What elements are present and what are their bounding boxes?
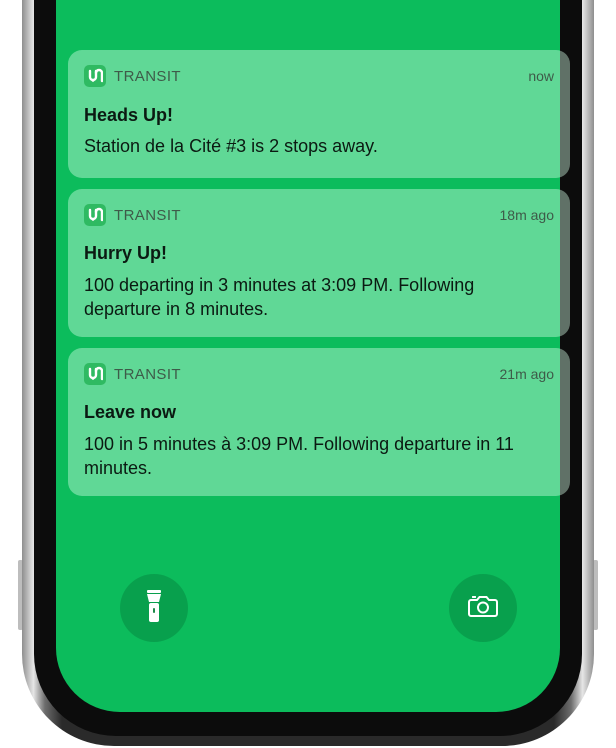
notification-time: 18m ago — [499, 207, 554, 223]
notification-card[interactable]: TRANSIT now Heads Up! Station de la Cité… — [68, 50, 570, 178]
notification-time: now — [528, 68, 554, 84]
notification-title: Heads Up! — [84, 105, 174, 125]
flashlight-button[interactable] — [120, 574, 188, 642]
notification-header: TRANSIT 18m ago — [84, 203, 554, 227]
notification-title: Leave now — [84, 402, 177, 422]
notification-card[interactable]: TRANSIT 18m ago Hurry Up! 100 departing … — [68, 189, 570, 337]
notification-body: Station de la Cité #3 is 2 stops away. — [84, 136, 378, 156]
notification-time: 21m ago — [499, 366, 554, 382]
notification-card[interactable]: TRANSIT 21m ago Leave now 100 in 5 minut… — [68, 348, 570, 496]
app-name: TRANSIT — [114, 67, 181, 85]
notification-title: Hurry Up! — [84, 243, 168, 263]
transit-app-icon — [84, 65, 106, 87]
flashlight-icon — [144, 588, 164, 629]
transit-app-icon — [84, 363, 106, 385]
transit-app-icon — [84, 204, 106, 226]
notification-body: 100 departing in 3 minutes at 3:09 PM. F… — [84, 275, 475, 319]
camera-icon — [468, 594, 498, 623]
app-name: TRANSIT — [114, 206, 181, 224]
notification-header: TRANSIT 21m ago — [84, 362, 554, 386]
lock-screen: TRANSIT now Heads Up! Station de la Cité… — [0, 0, 616, 748]
notification-header: TRANSIT now — [84, 64, 554, 88]
notification-body: 100 in 5 minutes à 3:09 PM. Following de… — [84, 434, 514, 478]
camera-button[interactable] — [449, 574, 517, 642]
app-name: TRANSIT — [114, 365, 181, 383]
